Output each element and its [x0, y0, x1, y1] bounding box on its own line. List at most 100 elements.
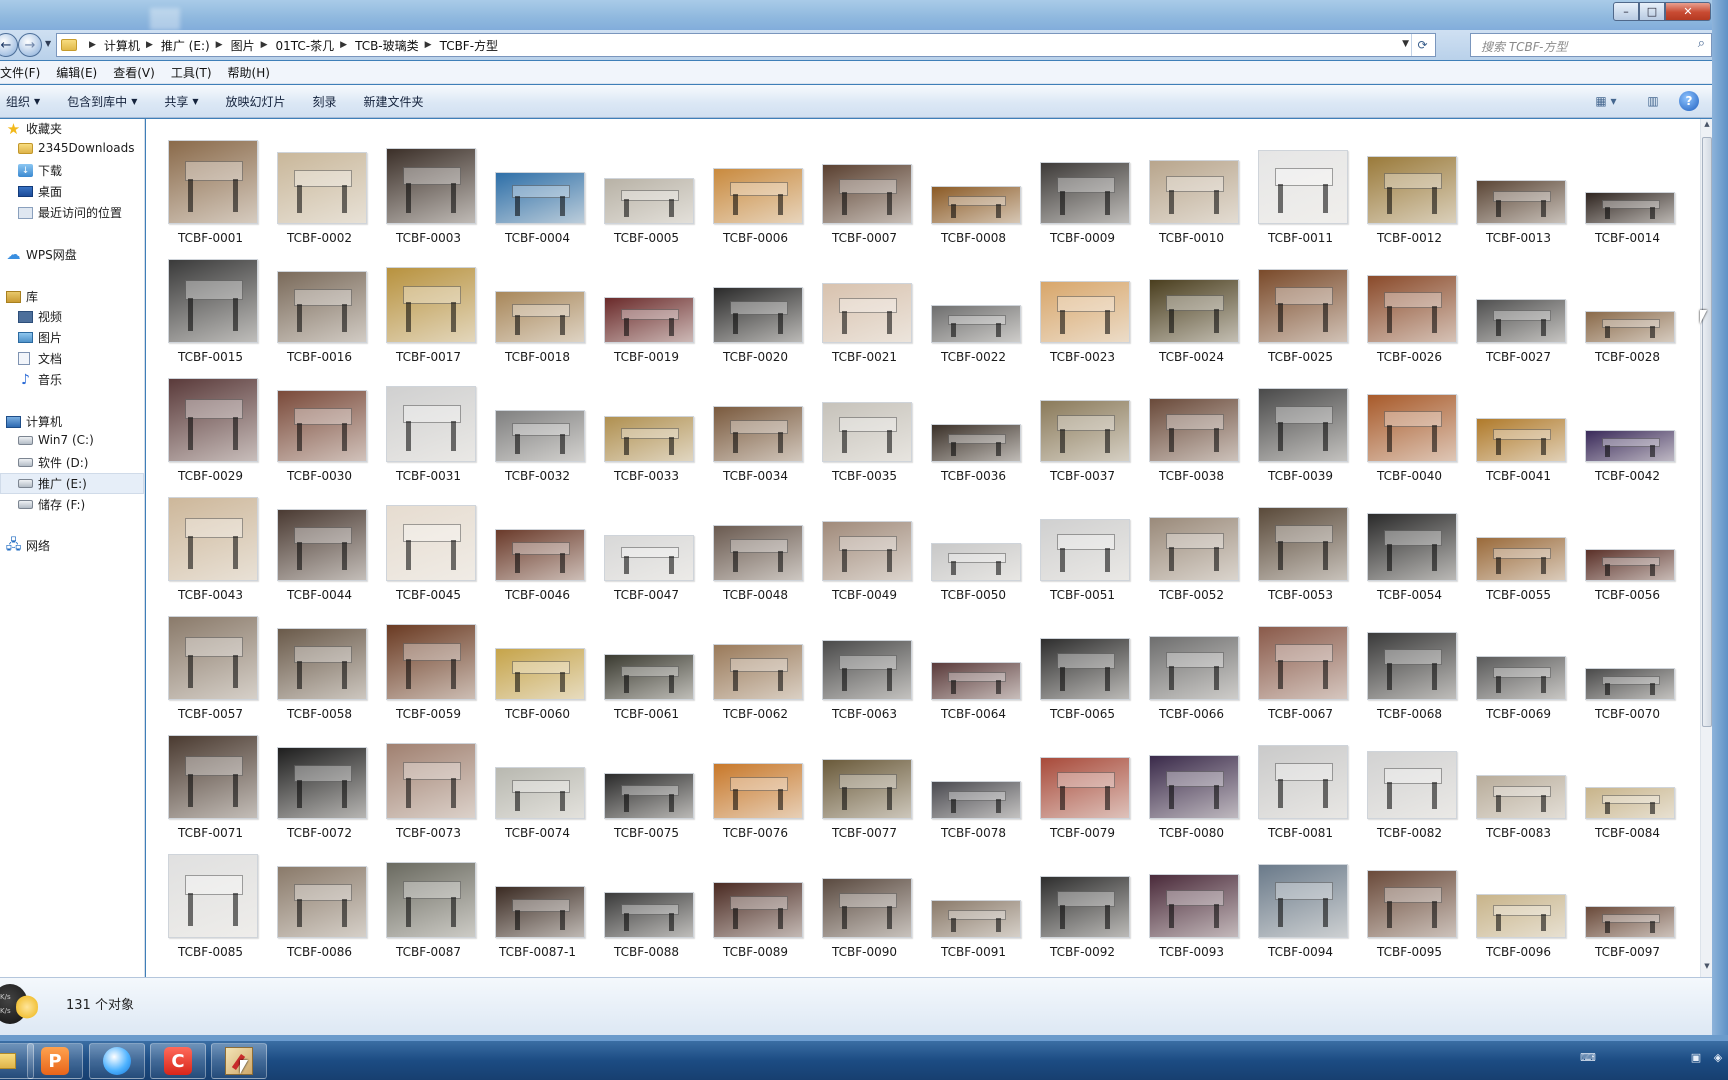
file-thumbnail-item[interactable]: TCBF-0044 [265, 486, 374, 605]
file-thumbnail-item[interactable]: TCBF-0080 [1137, 724, 1246, 843]
file-thumbnail-item[interactable]: TCBF-0096 [1464, 843, 1573, 962]
file-thumbnail-item[interactable]: TCBF-0011 [1246, 129, 1355, 248]
file-thumbnail-item[interactable]: TCBF-0001 [156, 129, 265, 248]
breadcrumb-item[interactable]: TCB-玻璃类 [355, 37, 419, 54]
file-thumbnail-item[interactable]: TCBF-0017 [374, 248, 483, 367]
file-thumbnail-item[interactable]: TCBF-0064 [919, 605, 1028, 724]
sidebar-item-recent-places[interactable]: 最近访问的位置 [18, 204, 122, 221]
file-thumbnail-item[interactable]: TCBF-0029 [156, 367, 265, 486]
file-thumbnail-item[interactable]: TCBF-0003 [374, 129, 483, 248]
file-thumbnail-item[interactable]: TCBF-0010 [1137, 129, 1246, 248]
file-thumbnail-item[interactable]: TCBF-0070 [1573, 605, 1682, 724]
file-thumbnail-item[interactable]: TCBF-0016 [265, 248, 374, 367]
file-thumbnail-item[interactable]: TCBF-0048 [701, 486, 810, 605]
file-thumbnail-item[interactable]: TCBF-0024 [1137, 248, 1246, 367]
refresh-icon[interactable]: ⟳ [1411, 34, 1433, 56]
breadcrumb-separator-icon[interactable]: ▶ [340, 40, 347, 50]
file-thumbnail-item[interactable]: TCBF-0072 [265, 724, 374, 843]
help-icon[interactable]: ? [1679, 91, 1699, 111]
sidebar-item-favorites[interactable]: ★ 收藏夹 [6, 120, 62, 138]
breadcrumb-item[interactable]: 推广 (E:) [161, 37, 210, 54]
file-thumbnail-item[interactable]: TCBF-0062 [701, 605, 810, 724]
sidebar-item-computer[interactable]: 计算机 [6, 413, 62, 430]
file-thumbnail-item[interactable]: TCBF-0004 [483, 129, 592, 248]
sidebar-item-videos[interactable]: 视频 [18, 308, 62, 325]
taskbar-browser-button[interactable] [89, 1043, 145, 1079]
shield-icon[interactable]: ◈ [1710, 1050, 1726, 1064]
breadcrumb-item[interactable]: TCBF-方型 [440, 37, 498, 54]
file-thumbnail-item[interactable]: TCBF-0019 [592, 248, 701, 367]
file-thumbnail-item[interactable]: TCBF-0076 [701, 724, 810, 843]
file-thumbnail-item[interactable]: TCBF-0012 [1355, 129, 1464, 248]
file-thumbnail-item[interactable]: TCBF-0023 [1028, 248, 1137, 367]
search-input[interactable]: 搜索 TCBF-方型 ⌕ [1470, 33, 1712, 57]
file-thumbnail-item[interactable]: TCBF-0007 [810, 129, 919, 248]
file-thumbnail-item[interactable]: TCBF-0061 [592, 605, 701, 724]
sidebar-item-network[interactable]: 🖧 网络 [6, 537, 50, 554]
forward-button[interactable]: → [18, 33, 42, 57]
maximize-button[interactable]: □ [1639, 2, 1665, 21]
sidebar-item-drive-c[interactable]: Win7 (C:) [18, 433, 94, 447]
taskbar-wps-button[interactable]: P [27, 1043, 83, 1079]
file-thumbnail-item[interactable]: TCBF-0051 [1028, 486, 1137, 605]
file-thumbnail-item[interactable]: TCBF-0013 [1464, 129, 1573, 248]
file-thumbnail-item[interactable]: TCBF-0031 [374, 367, 483, 486]
file-thumbnail-item[interactable]: TCBF-0082 [1355, 724, 1464, 843]
sidebar-item-2345downloads[interactable]: 2345Downloads [18, 141, 134, 155]
slideshow-button[interactable]: 放映幻灯片 [216, 93, 303, 110]
file-thumbnail-item[interactable]: TCBF-0075 [592, 724, 701, 843]
file-thumbnail-item[interactable]: TCBF-0021 [810, 248, 919, 367]
file-thumbnail-item[interactable]: TCBF-0035 [810, 367, 919, 486]
file-thumbnail-item[interactable]: TCBF-0036 [919, 367, 1028, 486]
file-thumbnail-item[interactable]: TCBF-0069 [1464, 605, 1573, 724]
file-thumbnail-item[interactable]: TCBF-0094 [1246, 843, 1355, 962]
tray-icon[interactable]: ▣ [1688, 1050, 1704, 1064]
file-thumbnail-item[interactable]: TCBF-0022 [919, 248, 1028, 367]
menu-item[interactable]: 查看(V) [105, 64, 163, 81]
organize-button[interactable]: 组织 ▼ [0, 93, 57, 110]
sidebar-item-pictures[interactable]: 图片 [18, 329, 62, 346]
file-thumbnail-item[interactable]: TCBF-0038 [1137, 367, 1246, 486]
file-thumbnail-item[interactable]: TCBF-0042 [1573, 367, 1682, 486]
file-thumbnail-item[interactable]: TCBF-0089 [701, 843, 810, 962]
menu-item[interactable]: 编辑(E) [48, 64, 105, 81]
file-thumbnail-item[interactable]: TCBF-0033 [592, 367, 701, 486]
file-thumbnail-item[interactable]: TCBF-0034 [701, 367, 810, 486]
file-thumbnail-item[interactable]: TCBF-0083 [1464, 724, 1573, 843]
file-thumbnail-item[interactable]: TCBF-0088 [592, 843, 701, 962]
breadcrumb-separator-icon[interactable]: ▶ [89, 40, 96, 50]
burn-button[interactable]: 刻录 [303, 93, 354, 110]
search-icon[interactable]: ⌕ [1698, 36, 1705, 51]
breadcrumb-item[interactable]: 计算机 [104, 37, 140, 54]
breadcrumb-item[interactable]: 01TC-茶几 [276, 37, 335, 54]
file-thumbnail-item[interactable]: TCBF-0045 [374, 486, 483, 605]
menu-item[interactable]: 文件(F) [0, 64, 48, 81]
close-button[interactable]: ✕ [1665, 2, 1711, 21]
file-thumbnail-item[interactable]: TCBF-0087 [374, 843, 483, 962]
back-button[interactable]: ← [0, 33, 18, 57]
file-thumbnail-item[interactable]: TCBF-0097 [1573, 843, 1682, 962]
sidebar-item-drive-e[interactable]: 推广 (E:) [18, 475, 87, 492]
minimize-button[interactable]: – [1613, 2, 1639, 21]
file-thumbnail-item[interactable]: TCBF-0091 [919, 843, 1028, 962]
file-thumbnail-item[interactable]: TCBF-0043 [156, 486, 265, 605]
file-thumbnail-item[interactable]: TCBF-0028 [1573, 248, 1682, 367]
file-thumbnail-item[interactable]: TCBF-0087-1 [483, 843, 592, 962]
preview-pane-icon[interactable]: ▥ [1640, 91, 1666, 111]
file-thumbnail-item[interactable]: TCBF-0063 [810, 605, 919, 724]
breadcrumb-separator-icon[interactable]: ▶ [146, 40, 153, 50]
breadcrumb-item[interactable]: 图片 [231, 37, 255, 54]
file-thumbnail-item[interactable]: TCBF-0026 [1355, 248, 1464, 367]
sidebar-item-downloads[interactable]: ↓ 下载 [18, 162, 62, 179]
file-thumbnail-item[interactable]: TCBF-0067 [1246, 605, 1355, 724]
file-thumbnail-item[interactable]: TCBF-0095 [1355, 843, 1464, 962]
file-thumbnail-item[interactable]: TCBF-0060 [483, 605, 592, 724]
file-thumbnail-item[interactable]: TCBF-0040 [1355, 367, 1464, 486]
file-thumbnail-item[interactable]: TCBF-0079 [1028, 724, 1137, 843]
sidebar-item-drive-f[interactable]: 储存 (F:) [18, 496, 85, 513]
file-thumbnail-item[interactable]: TCBF-0065 [1028, 605, 1137, 724]
file-thumbnail-item[interactable]: TCBF-0086 [265, 843, 374, 962]
file-thumbnail-item[interactable]: TCBF-0027 [1464, 248, 1573, 367]
scroll-up-icon[interactable]: ▲ [1702, 120, 1712, 134]
breadcrumb-separator-icon[interactable]: ▶ [216, 40, 223, 50]
